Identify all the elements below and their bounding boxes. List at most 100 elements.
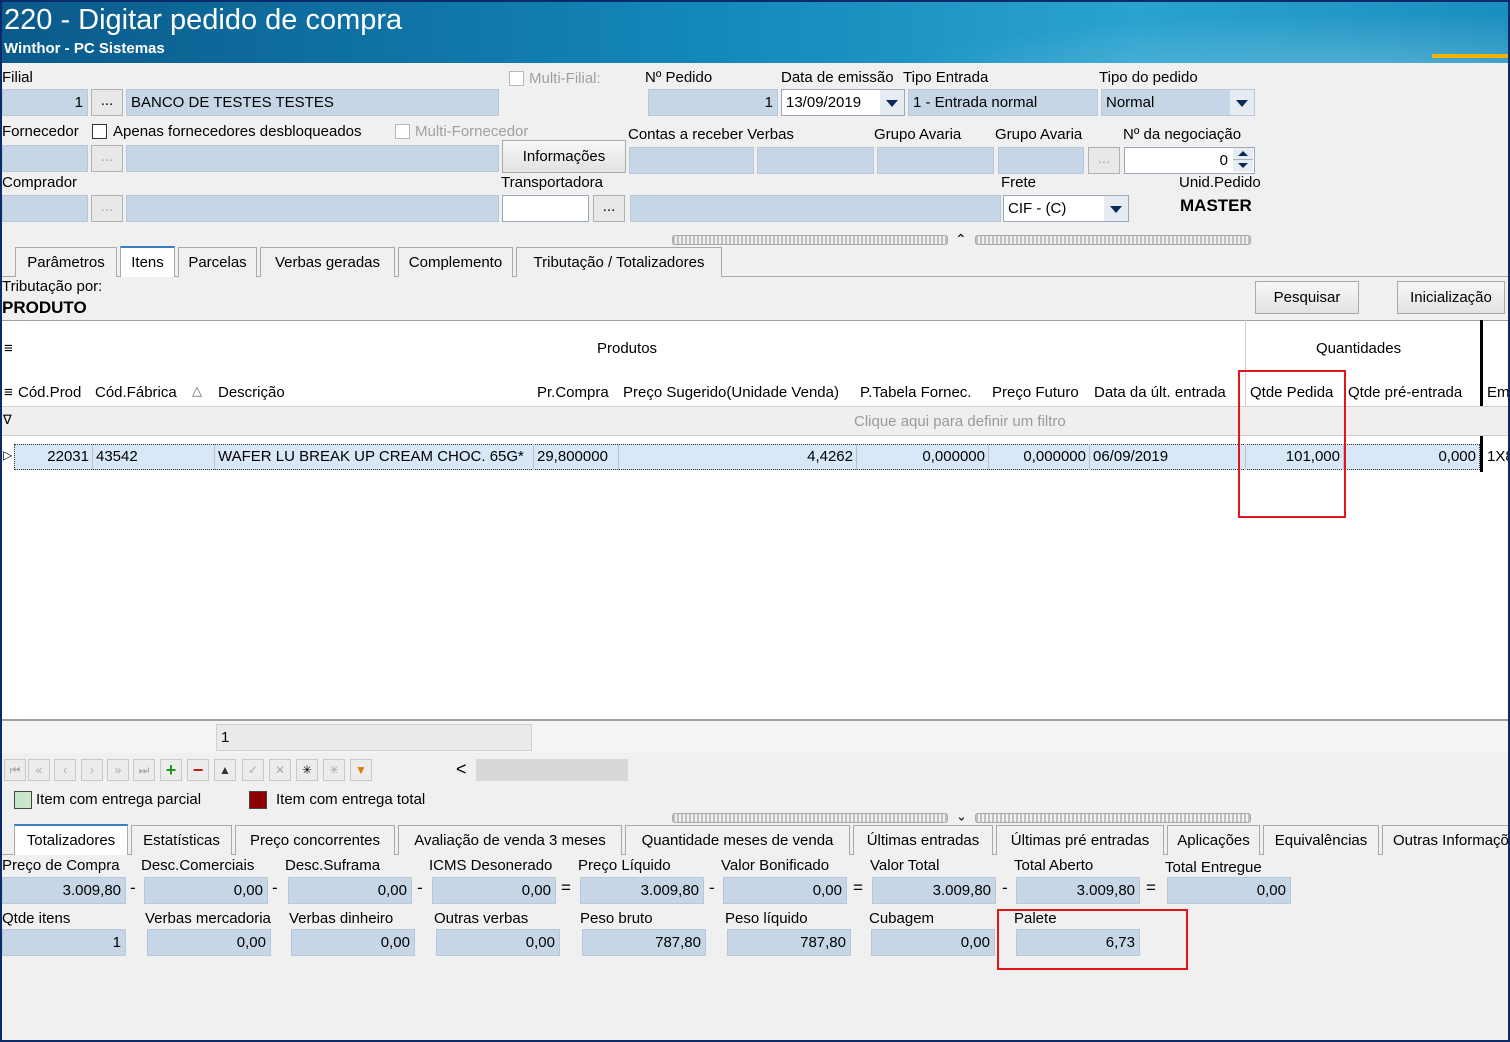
transportadora-code-field[interactable] bbox=[502, 195, 589, 222]
grupo-avaria-1-field[interactable] bbox=[877, 147, 994, 174]
pesquisar-button[interactable]: Pesquisar bbox=[1255, 281, 1359, 314]
tab-totalizadores[interactable]: Totalizadores bbox=[14, 824, 128, 855]
fornecedor-code-field[interactable] bbox=[2, 145, 88, 172]
verbas-field[interactable] bbox=[757, 147, 874, 174]
filter-icon[interactable]: ∇ bbox=[3, 412, 12, 428]
nav-delete-icon[interactable]: − bbox=[187, 759, 209, 781]
col-header-qtde-pre-entrada[interactable]: Qtde pré-entrada bbox=[1348, 384, 1462, 401]
cell-preco-sugerido[interactable]: 4,4262 bbox=[618, 444, 856, 470]
tab-avaliacao-venda[interactable]: Avaliação de venda 3 meses bbox=[398, 825, 622, 855]
n-pedido-field[interactable]: 1 bbox=[648, 89, 778, 116]
data-emissao-value: 13/09/2019 bbox=[786, 94, 862, 111]
apenas-desbloqueados-checkbox[interactable] bbox=[92, 124, 107, 139]
brand-accent bbox=[1432, 54, 1508, 58]
cell-pr-compra[interactable]: 29,800000 bbox=[533, 444, 618, 470]
tab-quantidade-meses[interactable]: Quantidade meses de venda bbox=[625, 825, 850, 855]
grid-menu-icon[interactable]: ≡ bbox=[4, 340, 13, 357]
cell-p-tabela[interactable]: 0,000000 bbox=[856, 444, 988, 470]
app-window: 220 - Digitar pedido de compra Winthor -… bbox=[0, 0, 1510, 1042]
col-header-cod-prod[interactable]: Cód.Prod bbox=[18, 384, 81, 401]
cell-em[interactable]: 1X8 bbox=[1484, 444, 1508, 470]
tipo-entrada-field[interactable]: 1 - Entrada normal bbox=[908, 89, 1098, 116]
preco-compra-field: 3.009,80 bbox=[2, 877, 126, 904]
op-equals-1: = bbox=[561, 878, 571, 897]
frete-select[interactable]: CIF - (C) bbox=[1003, 195, 1129, 222]
comprador-code-field[interactable] bbox=[2, 195, 88, 222]
contas-receber-field[interactable] bbox=[629, 147, 754, 174]
spin-up-icon[interactable] bbox=[1233, 148, 1253, 160]
date-dropdown-icon[interactable] bbox=[880, 90, 904, 115]
n-negociacao-spinner[interactable] bbox=[1233, 148, 1253, 173]
cell-cod-fabrica[interactable]: 43542 bbox=[92, 444, 212, 470]
grupo-avaria-lookup-button[interactable]: ... bbox=[1088, 147, 1120, 174]
nav-add-icon[interactable]: + bbox=[160, 759, 182, 781]
comprador-lookup-button[interactable]: ... bbox=[91, 195, 123, 222]
multi-fornecedor-checkbox[interactable] bbox=[395, 124, 410, 139]
nav-edit-icon[interactable]: ▲ bbox=[214, 759, 236, 781]
cell-qtde-pre-entrada[interactable]: 0,000 bbox=[1343, 444, 1479, 470]
grupo-avaria-2-field[interactable] bbox=[998, 147, 1084, 174]
splitter-grip-right[interactable] bbox=[975, 235, 1251, 245]
spin-down-icon[interactable] bbox=[1233, 160, 1253, 172]
col-header-preco-futuro[interactable]: Preço Futuro bbox=[992, 384, 1079, 401]
tab-ultimas-pre-entradas[interactable]: Últimas pré entradas bbox=[996, 825, 1164, 855]
tab-equivalencias[interactable]: Equivalências bbox=[1263, 825, 1379, 855]
nav-next-icon[interactable]: › bbox=[81, 759, 103, 781]
data-emissao-field[interactable]: 13/09/2019 bbox=[781, 89, 905, 116]
collapse-up-icon[interactable]: ⌃ bbox=[955, 231, 967, 248]
chevron-down-icon[interactable] bbox=[1230, 90, 1254, 115]
col-header-pr-compra[interactable]: Pr.Compra bbox=[537, 384, 609, 401]
tab-ultimas-entradas[interactable]: Últimas entradas bbox=[853, 825, 993, 855]
scroll-left-icon[interactable]: < bbox=[456, 759, 467, 780]
cell-cod-prod[interactable]: 22031 bbox=[16, 444, 92, 470]
col-header-p-tabela[interactable]: P.Tabela Fornec. bbox=[860, 384, 971, 401]
tab-parcelas[interactable]: Parcelas bbox=[178, 247, 257, 277]
nav-cancel-icon[interactable]: ✕ bbox=[269, 759, 291, 781]
nav-next-page-icon[interactable]: » bbox=[107, 759, 129, 781]
multi-filial-checkbox[interactable] bbox=[509, 71, 524, 86]
chevron-down-icon[interactable] bbox=[1104, 196, 1128, 221]
splitter-bottom-grip-left[interactable] bbox=[672, 813, 948, 823]
grupo-avaria-1-label: Grupo Avaria bbox=[874, 126, 962, 143]
tab-tributacao-totalizadores[interactable]: Tributação / Totalizadores bbox=[516, 247, 722, 277]
nav-first-page-icon[interactable]: ⏮ bbox=[4, 759, 26, 781]
filter-hint[interactable]: Clique aqui para definir um filtro bbox=[854, 413, 1066, 430]
col-header-preco-sugerido[interactable]: Preço Sugerido(Unidade Venda) bbox=[623, 384, 839, 401]
col-header-data-ult-entrada[interactable]: Data da últ. entrada bbox=[1094, 384, 1242, 401]
nav-filter-icon[interactable]: ▼ bbox=[350, 759, 372, 781]
col-header-descricao[interactable]: Descrição bbox=[218, 384, 285, 401]
inicializacao-button[interactable]: Inicialização bbox=[1397, 281, 1505, 314]
filial-lookup-button[interactable]: ... bbox=[91, 89, 123, 116]
tab-preco-concorrentes[interactable]: Preço concorrentes bbox=[235, 825, 395, 855]
nav-prev-icon[interactable]: ‹ bbox=[54, 759, 76, 781]
tab-outras-informacoes[interactable]: Outras Informações bbox=[1382, 825, 1508, 855]
col-header-em[interactable]: Em bbox=[1487, 384, 1508, 401]
tab-verbas-geradas[interactable]: Verbas geradas bbox=[260, 247, 395, 277]
col-header-cod-fabrica[interactable]: Cód.Fábrica bbox=[95, 384, 177, 401]
informacoes-button[interactable]: Informações bbox=[502, 140, 626, 173]
window-title: 220 - Digitar pedido de compra bbox=[4, 4, 403, 36]
tab-itens[interactable]: Itens bbox=[120, 246, 175, 277]
fornecedor-lookup-button[interactable]: ... bbox=[91, 145, 123, 172]
nav-post-icon[interactable]: ✓ bbox=[242, 759, 264, 781]
tab-complemento[interactable]: Complemento bbox=[398, 247, 513, 277]
cell-data-ult-entrada[interactable]: 06/09/2019 bbox=[1089, 444, 1239, 470]
filial-code-field[interactable]: 1 bbox=[2, 89, 88, 116]
nav-bookmark-icon[interactable]: ✳ bbox=[323, 759, 345, 781]
cell-descricao[interactable]: WAFER LU BREAK UP CREAM CHOC. 65G* bbox=[214, 444, 533, 470]
tab-aplicacoes[interactable]: Aplicações bbox=[1167, 825, 1260, 855]
splitter-bottom-grip-right[interactable] bbox=[975, 813, 1251, 823]
cell-preco-futuro[interactable]: 0,000000 bbox=[988, 444, 1089, 470]
valor-bonificado-field: 0,00 bbox=[723, 877, 847, 904]
collapse-down-icon[interactable]: ⌃ bbox=[956, 807, 967, 823]
horizontal-scrollbar-thumb[interactable] bbox=[476, 759, 628, 781]
nav-prev-page-icon[interactable]: « bbox=[28, 759, 50, 781]
nav-refresh-icon[interactable]: ✳ bbox=[296, 759, 318, 781]
transportadora-lookup-button[interactable]: ... bbox=[593, 195, 625, 222]
splitter-grip-left[interactable] bbox=[672, 235, 948, 245]
nav-last-page-icon[interactable]: ⏭ bbox=[133, 759, 155, 781]
tipo-pedido-select[interactable]: Normal bbox=[1101, 89, 1255, 116]
tributacao-value: PRODUTO bbox=[2, 298, 87, 317]
tab-parametros[interactable]: Parâmetros bbox=[15, 247, 117, 277]
tab-estatisticas[interactable]: Estatísticas bbox=[131, 825, 232, 855]
